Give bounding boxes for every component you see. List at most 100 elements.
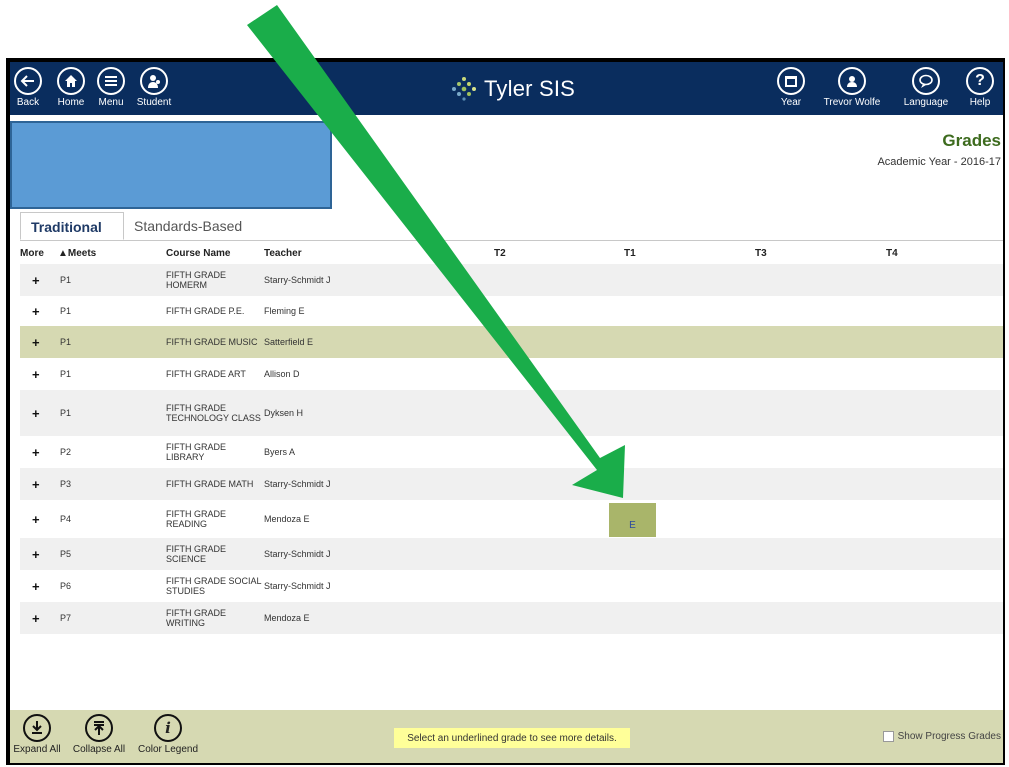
home-label: Home (57, 97, 85, 108)
col-t2: T2 (494, 248, 506, 259)
table-row: + P1 FIFTH GRADE HOMERM Starry-Schmidt J (20, 264, 1003, 296)
grade-t1-reading[interactable]: E (609, 503, 656, 537)
page-title: Grades (942, 131, 1001, 150)
expand-row-icon[interactable]: + (32, 264, 40, 296)
teacher-cell: Starry-Schmidt J (264, 479, 331, 489)
collapse-all-icon (85, 714, 113, 742)
course-cell: FIFTH GRADE READING (166, 509, 226, 529)
grade-tabs: Traditional Standards-Based (20, 212, 1003, 241)
meets-cell: P1 (60, 275, 72, 285)
table-row: + P3 FIFTH GRADE MATH Starry-Schmidt J (20, 468, 1003, 500)
color-legend-label: Color Legend (137, 744, 199, 755)
teacher-cell: Starry-Schmidt J (264, 275, 331, 285)
show-progress-label: Show Progress Grades (897, 731, 1001, 742)
user-icon (838, 67, 866, 95)
tab-traditional[interactable]: Traditional (20, 212, 124, 240)
color-legend-button[interactable]: i Color Legend (134, 712, 202, 755)
back-arrow-icon (14, 67, 42, 95)
col-teacher[interactable]: Teacher (264, 248, 302, 259)
student-info-redacted (10, 121, 332, 209)
col-meets[interactable]: ▲Meets (58, 248, 96, 259)
year-label: Year (780, 97, 802, 108)
teacher-cell: Fleming E (264, 306, 305, 316)
course-cell: FIFTH GRADE HOMERM (166, 270, 226, 290)
back-label: Back (16, 97, 40, 108)
language-label: Language (903, 97, 949, 108)
col-t1: T1 (624, 248, 636, 259)
tyler-sis-logo: Tyler SIS (448, 75, 575, 103)
teacher-cell: Mendoza E (264, 514, 310, 524)
teacher-cell: Mendoza E (264, 613, 310, 623)
col-t4: T4 (886, 248, 898, 259)
student-button[interactable]: Student (134, 64, 174, 108)
academic-year-label: Academic Year - 2016-17 (877, 156, 1001, 168)
meets-cell: P1 (60, 369, 72, 379)
meets-cell: P2 (60, 447, 72, 457)
teacher-cell: Satterfield E (264, 337, 314, 347)
home-button[interactable]: Home (54, 64, 88, 108)
course-cell: FIFTH GRADE MATH (166, 479, 254, 489)
help-icon: ? (966, 67, 994, 95)
col-course-name[interactable]: Course Name (166, 248, 230, 259)
year-button[interactable]: Year (776, 64, 806, 108)
grade-value[interactable]: E (629, 520, 636, 531)
course-cell: FIFTH GRADE SOCIAL STUDIES (166, 576, 262, 596)
tyler-logo-dots-icon (452, 77, 476, 101)
menu-label: Menu (98, 97, 124, 108)
meets-cell: P7 (60, 613, 72, 623)
teacher-cell: Starry-Schmidt J (264, 581, 331, 591)
expand-all-label: Expand All (13, 744, 61, 755)
table-row: + P4 FIFTH GRADE READING Mendoza E (20, 500, 1003, 538)
show-progress-grades-toggle[interactable]: Show Progress Grades (882, 731, 1001, 742)
top-nav-bar: Back Home Menu Student Tyler SIS Year Tr… (10, 62, 1003, 115)
table-row: + P6 FIFTH GRADE SOCIAL STUDIES Starry-S… (20, 570, 1003, 602)
teacher-cell: Byers A (264, 447, 296, 457)
calendar-icon (777, 67, 805, 95)
expand-row-icon[interactable]: + (32, 468, 40, 500)
hint-message: Select an underlined grade to see more d… (394, 728, 630, 748)
table-row: + P1 FIFTH GRADE MUSIC Satterfield E (20, 326, 1003, 358)
show-progress-checkbox[interactable] (882, 731, 894, 742)
home-icon (57, 67, 85, 95)
table-row: + P7 FIFTH GRADE WRITING Mendoza E (20, 602, 1003, 634)
help-button[interactable]: ? Help (965, 64, 995, 108)
app-window: Back Home Menu Student Tyler SIS Year Tr… (10, 62, 1003, 763)
expand-row-icon[interactable]: + (32, 602, 40, 634)
collapse-all-label: Collapse All (72, 744, 126, 755)
user-label: Trevor Wolfe (823, 97, 881, 108)
course-cell: FIFTH GRADE TECHNOLOGY CLASS (166, 403, 261, 423)
menu-icon (97, 67, 125, 95)
course-cell: FIFTH GRADE P.E. (166, 306, 245, 316)
expand-row-icon[interactable]: + (32, 500, 40, 538)
expand-row-icon[interactable]: + (32, 326, 40, 358)
table-row: + P5 FIFTH GRADE SCIENCE Starry-Schmidt … (20, 538, 1003, 570)
course-cell: FIFTH GRADE SCIENCE (166, 544, 226, 564)
user-button[interactable]: Trevor Wolfe (818, 64, 886, 108)
table-row: + P1 FIFTH GRADE P.E. Fleming E (20, 296, 1003, 326)
student-label: Student (136, 97, 172, 108)
tab-standards-based[interactable]: Standards-Based (124, 212, 252, 240)
course-cell: FIFTH GRADE WRITING (166, 608, 226, 628)
brand-title: Tyler SIS (484, 76, 576, 101)
expand-all-button[interactable]: Expand All (10, 712, 64, 755)
expand-row-icon[interactable]: + (32, 570, 40, 602)
teacher-cell: Dyksen H (264, 408, 304, 418)
meets-cell: P4 (60, 514, 72, 524)
info-icon: i (154, 714, 182, 742)
expand-row-icon[interactable]: + (32, 390, 40, 436)
collapse-all-button[interactable]: Collapse All (66, 712, 132, 755)
meets-cell: P1 (60, 306, 72, 316)
back-button[interactable]: Back (12, 64, 44, 108)
teacher-cell: Starry-Schmidt J (264, 549, 331, 559)
expand-row-icon[interactable]: + (32, 538, 40, 570)
meets-cell: P1 (60, 337, 72, 347)
speech-bubble-icon (912, 67, 940, 95)
language-button[interactable]: Language (900, 64, 952, 108)
table-row: + P2 FIFTH GRADE LIBRARY Byers A (20, 436, 1003, 468)
menu-button[interactable]: Menu (94, 64, 128, 108)
course-cell: FIFTH GRADE ART (166, 369, 246, 379)
expand-row-icon[interactable]: + (32, 296, 40, 326)
expand-row-icon[interactable]: + (32, 436, 40, 468)
col-more: More (20, 248, 44, 259)
expand-row-icon[interactable]: + (32, 358, 40, 390)
